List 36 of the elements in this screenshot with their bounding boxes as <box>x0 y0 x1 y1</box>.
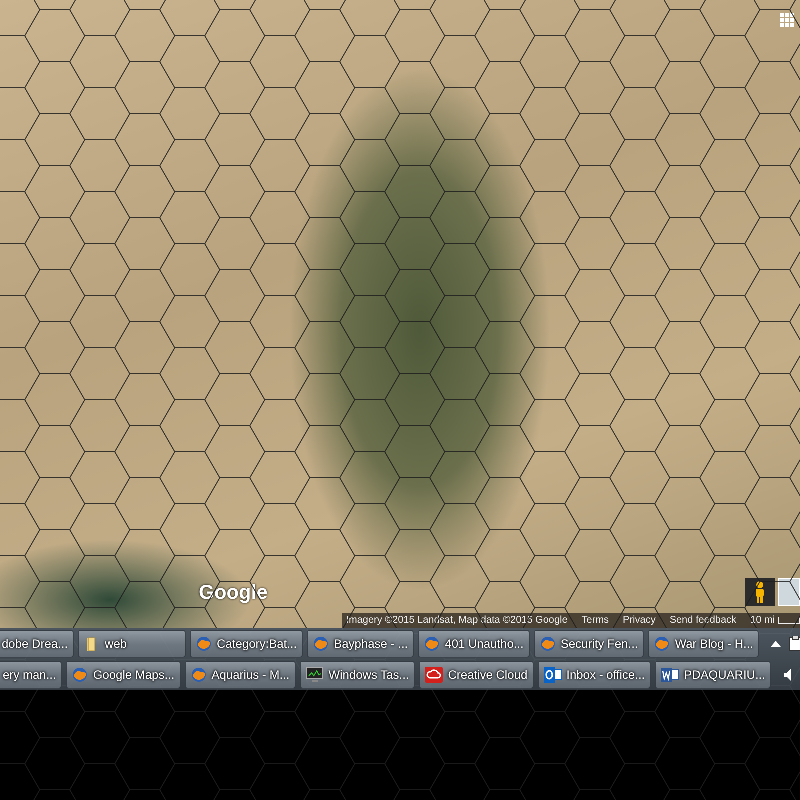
taskbar-button[interactable]: Google Maps... <box>66 660 181 688</box>
document-w-icon <box>661 666 680 682</box>
taskbar-button[interactable]: Aquarius - M... <box>184 660 296 688</box>
globe-fox-icon <box>72 666 88 682</box>
taskbar-button[interactable]: PDAQUARIU... <box>655 660 772 688</box>
taskbar-button[interactable]: Windows Tas... <box>300 660 416 688</box>
taskbar-button[interactable]: War Blog - H... <box>648 630 760 658</box>
taskbar-button[interactable]: Creative Cloud <box>419 660 534 688</box>
grid-icon[interactable] <box>780 13 794 27</box>
globe-fox-icon <box>540 636 556 652</box>
up-arrow-icon[interactable] <box>771 640 782 648</box>
taskbar-button[interactable]: Inbox - office... <box>538 660 652 688</box>
taskbar-button[interactable]: dobe Drea... <box>0 630 74 658</box>
map-type-thumbnail[interactable] <box>778 578 800 606</box>
globe-fox-icon <box>190 666 207 682</box>
attribution-text: Imagery ©2015 Landsat, Map data ©2015 Google <box>346 615 568 626</box>
scale-bar <box>778 617 800 624</box>
footer-link[interactable]: Privacy <box>623 615 656 626</box>
globe-fox-icon <box>196 636 212 652</box>
taskbar-button[interactable]: Security Fen... <box>534 630 644 658</box>
clipboard-icon[interactable] <box>789 636 800 652</box>
taskbar-button[interactable]: web <box>78 630 186 658</box>
creative-cloud-icon <box>425 666 444 682</box>
taskbar-button[interactable]: Category:Bat... <box>190 630 304 658</box>
taskbar-button[interactable]: Bayphase - ... <box>307 630 414 658</box>
scale-label: 10 mi <box>750 615 775 626</box>
mail-icon <box>544 666 562 682</box>
map-placeholder[interactable] <box>0 0 800 628</box>
globe-fox-icon <box>313 636 330 652</box>
taskbar-button[interactable]: 401 Unautho... <box>418 630 530 658</box>
globe-fox-icon <box>654 636 670 652</box>
monitor-icon <box>306 666 324 682</box>
footer-link[interactable]: Send feedback <box>670 615 737 626</box>
footer-link[interactable]: Terms <box>582 615 610 626</box>
globe-fox-icon <box>424 636 440 652</box>
taskbar-button[interactable]: ery man... <box>0 660 62 688</box>
